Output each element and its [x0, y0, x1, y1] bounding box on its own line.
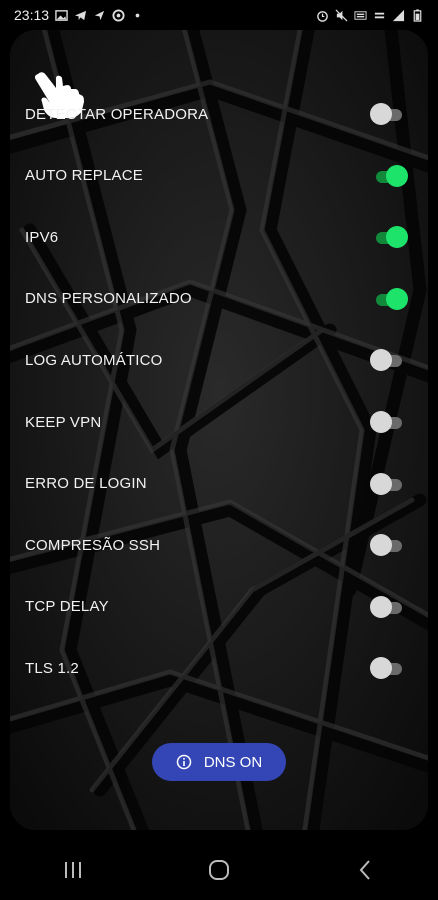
setting-row[interactable]: TLS 1.2 — [10, 648, 428, 688]
setting-toggle[interactable] — [370, 594, 408, 620]
setting-toggle[interactable] — [370, 101, 408, 127]
setting-label: IPV6 — [25, 228, 59, 246]
setting-toggle[interactable] — [370, 286, 408, 312]
volte-icon — [354, 10, 367, 20]
status-left: 23:13 — [14, 7, 144, 23]
toggle-thumb — [386, 164, 408, 187]
setting-row[interactable]: IPV6 — [10, 217, 428, 257]
setting-toggle[interactable] — [370, 347, 408, 373]
dot-icon — [135, 13, 140, 17]
info-icon — [176, 754, 192, 770]
toggle-thumb — [370, 472, 392, 495]
vpn-icon — [112, 8, 125, 22]
setting-toggle[interactable] — [370, 224, 408, 250]
setting-label: TCP DELAY — [25, 598, 109, 616]
home-button[interactable] — [189, 850, 249, 890]
toggle-thumb — [386, 226, 408, 249]
setting-toggle[interactable] — [370, 532, 408, 558]
toggle-thumb — [370, 534, 392, 557]
setting-toggle[interactable] — [370, 471, 408, 497]
recent-apps-icon — [65, 862, 81, 878]
setting-row[interactable]: COMPRESÃO SSH — [10, 525, 428, 565]
setting-row[interactable]: AUTO REPLACE — [10, 156, 428, 196]
toggle-thumb — [370, 657, 392, 680]
toggle-thumb — [370, 349, 392, 372]
navigation-bar — [0, 840, 438, 900]
lte-icon — [374, 12, 385, 18]
setting-toggle[interactable] — [370, 163, 408, 189]
status-bar: 23:13 — [0, 0, 438, 30]
toggle-thumb — [386, 287, 408, 310]
setting-label: KEEP VPN — [25, 413, 102, 431]
signal-icon — [392, 9, 405, 21]
back-button[interactable] — [335, 850, 395, 890]
setting-toggle[interactable] — [370, 655, 408, 681]
setting-label: TLS 1.2 — [25, 659, 79, 677]
setting-label: COMPRESÃO SSH — [25, 536, 161, 554]
setting-row[interactable]: DNS PERSONALIZADO — [10, 279, 428, 319]
setting-label: DNS PERSONALIZADO — [25, 290, 192, 308]
setting-row[interactable]: TCP DELAY — [10, 587, 428, 627]
toggle-thumb — [370, 595, 392, 618]
telegram-icon — [74, 10, 87, 20]
setting-row[interactable]: KEEP VPN — [10, 402, 428, 442]
toggle-thumb — [370, 411, 392, 433]
setting-label: AUTO REPLACE — [25, 167, 143, 185]
back-icon — [359, 860, 370, 880]
setting-row[interactable]: ERRO DE LOGIN — [10, 464, 428, 504]
alarm-icon — [317, 10, 328, 22]
home-icon — [209, 860, 229, 880]
setting-row[interactable]: LOG AUTOMÁTICO — [10, 340, 428, 380]
location-icon — [94, 10, 105, 20]
status-time: 23:13 — [14, 7, 50, 23]
battery-icon — [413, 8, 422, 22]
gallery-icon — [55, 9, 68, 21]
setting-label: ERRO DE LOGIN — [25, 475, 147, 493]
dns-on-button[interactable]: DNS ON — [152, 743, 286, 781]
setting-row[interactable]: DETECTAR OPERADORA — [10, 94, 428, 134]
setting-toggle[interactable] — [370, 409, 408, 435]
dns-button-label: DNS ON — [203, 753, 263, 771]
mute-icon — [335, 9, 348, 21]
setting-label: LOG AUTOMÁTICO — [25, 351, 163, 369]
main-panel: DETECTAR OPERADORA AUTO REPLACE IPV6 DNS PE… — [10, 30, 428, 830]
recent-apps-button[interactable] — [43, 850, 103, 890]
setting-label: DETECTAR OPERADORA — [25, 105, 209, 123]
status-right — [316, 8, 424, 22]
toggle-thumb — [370, 103, 392, 125]
